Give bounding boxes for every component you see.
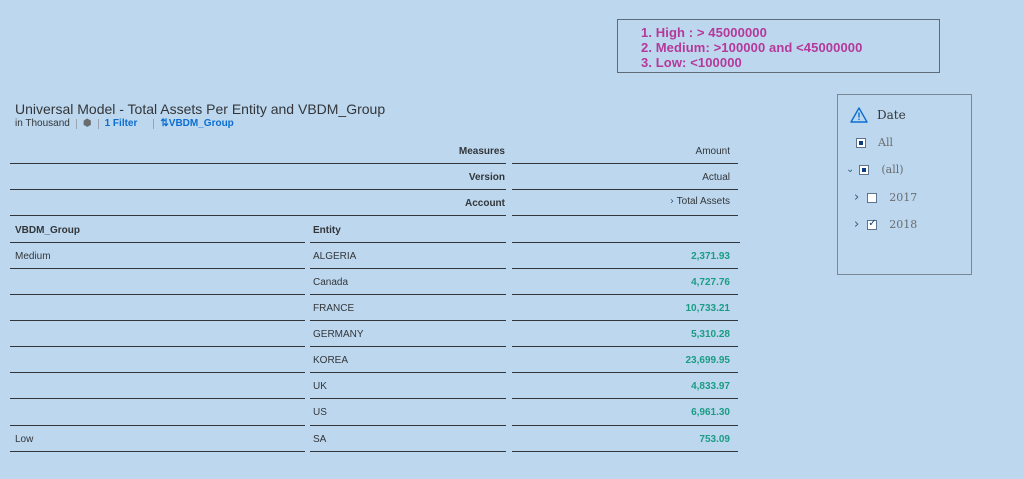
divider [10,346,305,347]
row-value: 4,833.97 [691,381,730,392]
divider [310,451,506,452]
year-2017-label: 2017 [889,191,918,204]
row-value: 5,310.28 [691,329,730,340]
panel-title: Date [877,108,906,122]
chevron-right-icon[interactable]: › [854,217,859,232]
divider [512,189,738,190]
divider [512,215,738,216]
warning-icon [850,107,868,123]
unit-label: in Thousand [15,118,70,129]
select-all-label: All [878,136,893,149]
row-entity: ALGERIA [313,251,357,262]
version-value: Actual [702,172,730,183]
row-value: 4,727.76 [691,277,730,288]
panel-header: Date [850,107,906,123]
year-2018-checkbox[interactable] [867,218,878,230]
account-label: Account [465,198,505,209]
row-entity: UK [313,381,327,392]
divider [10,425,305,426]
row-value: 6,961.30 [691,407,730,418]
divider [512,372,738,373]
divider [10,398,305,399]
row-entity: US [313,407,327,418]
divider [512,425,738,426]
chevron-right-icon[interactable]: › [670,196,674,207]
tree-node-all-checkbox[interactable] [859,164,870,175]
chevron-right-icon[interactable]: › [854,190,859,205]
divider [310,346,506,347]
divider [10,242,305,243]
date-filter-panel: Date All ⌄ (all) › 2017 › 2018 [837,94,972,275]
row-entity: FRANCE [313,303,355,314]
divider [512,163,738,164]
row-entity: SA [313,434,327,445]
divider [153,118,155,129]
divider [97,118,99,129]
cube-icon[interactable]: ⬢ [83,118,92,129]
column-header-entity[interactable]: Entity [313,225,341,236]
legend-item-low: 3. Low: <100000 [641,55,742,70]
legend-item-medium: 2. Medium: >100000 and <45000000 [641,40,863,55]
divider [310,425,506,426]
sort-icon: ⇅ [160,118,169,129]
row-value: 2,371.93 [691,251,730,262]
divider [512,451,738,452]
divider [310,372,506,373]
table-subtitle: in Thousand ⬢ 1 Filter ⇅VBDM_Group [15,118,234,129]
row-entity: GERMANY [313,329,364,340]
version-label: Version [468,172,505,183]
table-title: Universal Model - Total Assets Per Entit… [15,101,386,117]
column-header-group[interactable]: VBDM_Group [15,225,80,236]
select-all-checkbox[interactable] [856,137,866,148]
divider [10,189,506,190]
divider [10,294,305,295]
divider [512,242,740,243]
tree-node-2017[interactable]: › 2017 [854,190,917,205]
row-entity: Canada [313,277,349,288]
divider [512,398,738,399]
legend-box: 1. High : > 45000000 2. Medium: >100000 … [617,19,940,73]
tree-node-all[interactable]: ⌄ (all) [846,163,904,176]
divider [310,320,506,321]
select-all-row[interactable]: All [856,136,893,149]
divider [310,242,506,243]
divider [512,346,738,347]
divider [10,451,305,452]
divider [310,294,506,295]
year-2018-label: 2018 [889,218,918,231]
divider [10,215,506,216]
divider [512,320,738,321]
divider [512,268,738,269]
row-group: Medium [15,251,51,262]
row-value: 10,733.21 [685,303,731,314]
divider [10,268,305,269]
measures-value: Amount [695,146,730,157]
divider [310,398,506,399]
tree-node-all-label: (all) [881,163,904,176]
measures-label: Measures [458,146,505,157]
account-value-label: Total Assets [676,196,730,207]
row-value: 23,699.95 [685,355,731,366]
divider [10,320,305,321]
chevron-down-icon[interactable]: ⌄ [846,164,854,175]
sort-label: VBDM_Group [168,118,234,129]
divider [512,294,738,295]
filter-link[interactable]: 1 Filter [105,118,138,129]
sort-link[interactable]: ⇅VBDM_Group [160,118,233,129]
divider [10,372,305,373]
tree-node-2018[interactable]: › 2018 [854,217,917,232]
row-value: 753.09 [699,434,730,445]
divider [10,163,506,164]
divider [75,118,77,129]
year-2017-checkbox[interactable] [867,192,878,203]
row-group: Low [15,434,34,445]
account-value[interactable]: › Total Assets [520,196,730,207]
row-entity: KOREA [313,355,349,366]
legend-item-high: 1. High : > 45000000 [641,25,767,40]
divider [310,268,506,269]
